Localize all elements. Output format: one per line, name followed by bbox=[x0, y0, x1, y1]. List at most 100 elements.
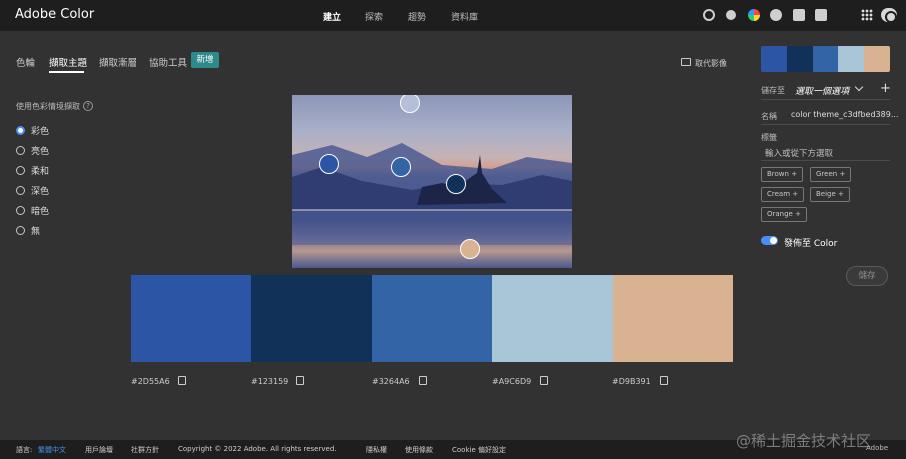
copy-icon[interactable] bbox=[178, 376, 186, 385]
tag-add-icon: + bbox=[795, 210, 801, 218]
preview-swatch bbox=[786, 46, 813, 72]
hex-value[interactable]: #2D55A6 bbox=[131, 377, 170, 386]
hex-value[interactable]: #A9C6D9 bbox=[492, 377, 531, 386]
publish-toggle[interactable] bbox=[761, 236, 778, 245]
nav-create[interactable]: 建立 bbox=[323, 10, 341, 23]
palette-swatch[interactable] bbox=[131, 275, 252, 362]
sample-point[interactable] bbox=[319, 154, 339, 174]
divider bbox=[761, 160, 890, 161]
radio-checked[interactable] bbox=[16, 126, 25, 135]
copy-icon[interactable] bbox=[660, 376, 668, 385]
tag-label: Cream bbox=[767, 190, 791, 198]
tag-label: Green bbox=[816, 170, 838, 178]
feedback-icon[interactable] bbox=[793, 9, 805, 21]
tag-chip[interactable]: Orange + bbox=[761, 207, 807, 222]
language-label: 語言: bbox=[16, 446, 33, 454]
tags-input[interactable]: 輸入或從下方選取 bbox=[765, 147, 833, 159]
mood-option-label: 暗色 bbox=[31, 207, 50, 217]
nav-libraries[interactable]: 資料庫 bbox=[451, 10, 478, 23]
tag-add-icon: + bbox=[839, 170, 846, 178]
save-button[interactable]: 儲存 bbox=[846, 266, 888, 286]
tag-add-icon: + bbox=[838, 190, 844, 198]
copy-icon[interactable] bbox=[540, 376, 548, 385]
sample-point[interactable] bbox=[460, 239, 480, 259]
hex-value[interactable]: #123159 bbox=[251, 377, 288, 386]
sample-point[interactable] bbox=[446, 174, 466, 194]
color-wheel-icon[interactable] bbox=[748, 9, 760, 21]
chat-icon[interactable] bbox=[815, 9, 827, 21]
image-icon[interactable] bbox=[681, 58, 691, 66]
mood-option-label: 深色 bbox=[31, 187, 50, 197]
tab-extract-theme[interactable]: 擷取主題 bbox=[49, 55, 87, 69]
new-badge: 新增 bbox=[191, 52, 219, 68]
tag-chip[interactable]: Beige + bbox=[810, 187, 850, 202]
radio[interactable] bbox=[16, 226, 25, 235]
name-label: 名稱 bbox=[761, 112, 777, 121]
divider bbox=[761, 99, 890, 100]
copy-icon[interactable] bbox=[419, 376, 427, 385]
nav-explore[interactable]: 探索 bbox=[365, 10, 383, 23]
footer-link-forum[interactable]: 用戶論壇 bbox=[85, 445, 113, 455]
mood-option-label: 亮色 bbox=[31, 147, 50, 157]
apps-grid-icon[interactable] bbox=[861, 9, 873, 21]
library-select[interactable]: 選取一個選項 bbox=[795, 84, 849, 97]
add-library-icon[interactable]: + bbox=[880, 82, 891, 95]
palette-swatch[interactable] bbox=[612, 275, 733, 362]
footer-link-community[interactable]: 社群方針 bbox=[131, 445, 159, 455]
palette-swatch[interactable] bbox=[371, 275, 493, 362]
nav-trends[interactable]: 趨勢 bbox=[408, 10, 426, 23]
footer-copyright: Copyright © 2022 Adobe. All rights reser… bbox=[178, 445, 337, 453]
help-icon[interactable] bbox=[770, 9, 782, 21]
help-circle-icon[interactable]: ? bbox=[83, 101, 93, 111]
save-to-label: 儲存至 bbox=[761, 86, 785, 95]
replace-image-button[interactable]: 取代影像 bbox=[695, 58, 727, 69]
source-photo[interactable] bbox=[292, 95, 572, 268]
adobe-logo: Adobe bbox=[866, 444, 889, 452]
sample-point[interactable] bbox=[391, 157, 411, 177]
preview-swatch bbox=[761, 46, 787, 72]
hex-value[interactable]: #3264A6 bbox=[372, 377, 410, 386]
mood-option-bright[interactable]: 亮色 bbox=[16, 144, 49, 157]
palette-swatch[interactable] bbox=[492, 275, 613, 362]
tag-chip[interactable]: Brown + bbox=[761, 167, 804, 182]
color-settings-icon[interactable] bbox=[703, 9, 715, 21]
palette-swatch[interactable] bbox=[251, 275, 372, 362]
mood-option-muted[interactable]: 柔和 bbox=[16, 164, 49, 177]
theme-preview bbox=[761, 46, 890, 72]
footer-link-privacy[interactable]: 隱私權 bbox=[366, 445, 387, 455]
preview-swatch bbox=[838, 46, 865, 72]
hex-value[interactable]: #D9B391 bbox=[612, 377, 651, 386]
watermark: @稀土掘金技术社区 bbox=[736, 432, 872, 450]
creative-cloud-icon[interactable] bbox=[881, 8, 897, 23]
mood-option-colorful[interactable]: 彩色 bbox=[16, 124, 49, 137]
radio[interactable] bbox=[16, 206, 25, 215]
color-palette bbox=[131, 275, 733, 362]
tags-label: 標籤 bbox=[761, 133, 777, 142]
tab-extract-gradient[interactable]: 擷取漸層 bbox=[99, 55, 137, 69]
preview-swatch bbox=[864, 46, 890, 72]
theme-name-input[interactable]: color theme_c3dfbed389... bbox=[791, 110, 898, 119]
language-selector[interactable]: 繁體中文 bbox=[38, 445, 66, 455]
tab-accessibility-tools[interactable]: 協助工具 bbox=[149, 55, 187, 69]
radio[interactable] bbox=[16, 166, 25, 175]
mood-option-none[interactable]: 無 bbox=[16, 224, 40, 237]
copy-icon[interactable] bbox=[296, 376, 304, 385]
tag-label: Beige bbox=[816, 190, 836, 198]
tag-add-icon: + bbox=[791, 170, 798, 178]
app-title[interactable]: Adobe Color bbox=[15, 7, 94, 22]
tag-label: Orange bbox=[767, 210, 793, 218]
footer-link-terms[interactable]: 使用條款 bbox=[405, 445, 433, 455]
tag-chip[interactable]: Green + bbox=[810, 167, 852, 182]
mood-option-deep[interactable]: 深色 bbox=[16, 184, 49, 197]
radio[interactable] bbox=[16, 186, 25, 195]
mood-option-label: 彩色 bbox=[31, 127, 50, 137]
radio[interactable] bbox=[16, 146, 25, 155]
mood-option-label: 柔和 bbox=[31, 167, 50, 177]
footer-link-cookies[interactable]: Cookie 偏好設定 bbox=[452, 445, 506, 455]
chevron-down-icon[interactable] bbox=[854, 82, 864, 92]
theme-icon[interactable] bbox=[726, 10, 736, 20]
active-tab-indicator bbox=[49, 71, 84, 73]
tab-color-wheel[interactable]: 色輪 bbox=[16, 55, 35, 69]
tag-chip[interactable]: Cream + bbox=[761, 187, 805, 202]
mood-option-dark[interactable]: 暗色 bbox=[16, 204, 49, 217]
